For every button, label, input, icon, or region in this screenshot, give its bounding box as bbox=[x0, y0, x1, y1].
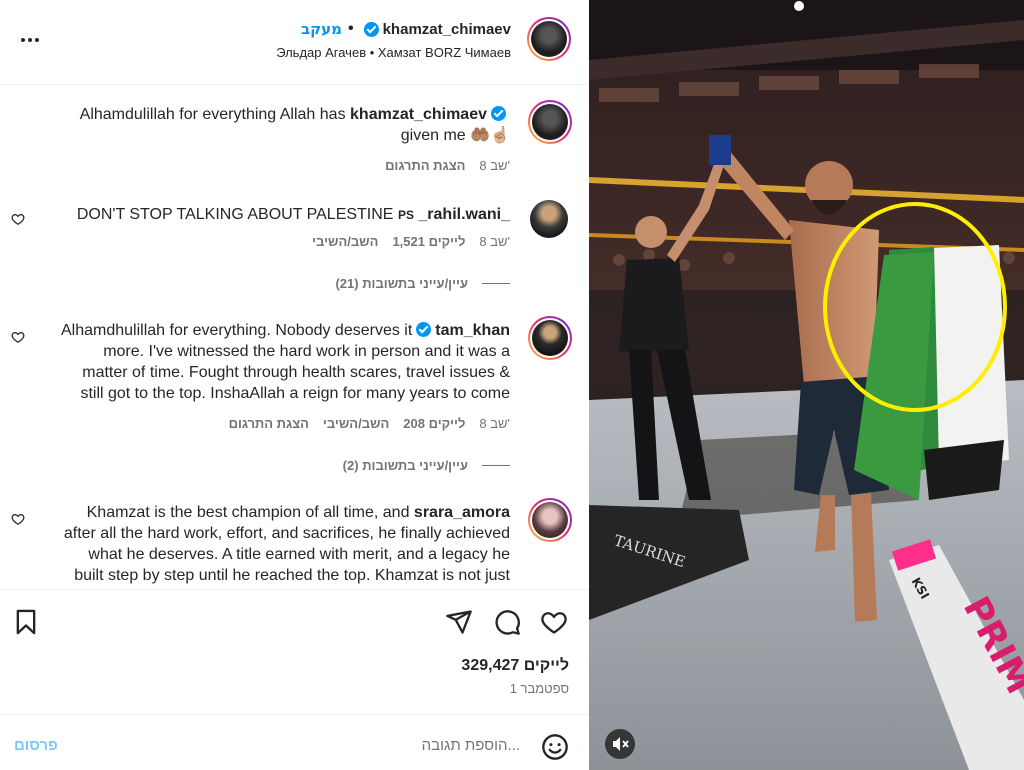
comment-line1: Khamzat is the best champion of all time… bbox=[86, 504, 410, 521]
comment-meta: הצגת התרגום השב/השיבי 208 לייקים 8 שב' bbox=[229, 416, 510, 431]
arena-scene-image: TAURINE KSI PRIM bbox=[589, 0, 1024, 770]
comment-time[interactable]: 8 שב' bbox=[479, 416, 510, 431]
share-icon[interactable] bbox=[445, 608, 473, 636]
view-replies-button[interactable]: עיין/עייני בתשובות (2) bbox=[343, 458, 510, 473]
post-header: מעקב • khamzat_chimaev Эльдар Агачев • Х… bbox=[0, 0, 589, 85]
caption-time[interactable]: 8 שב' bbox=[479, 158, 510, 173]
caption-item: Alhamdulillah for everything Allah has k… bbox=[0, 100, 589, 180]
comment-line2: after all the hard work, effort, and sac… bbox=[63, 525, 510, 542]
comment-line2: more. I've witnessed the hard work in pe… bbox=[103, 343, 510, 360]
header-avatar[interactable] bbox=[527, 17, 571, 61]
post-date[interactable]: 1 ספטמבר bbox=[510, 681, 569, 696]
caption-avatar[interactable] bbox=[528, 100, 572, 144]
comment-text: Alhamdhulillah for everything. Nobody de… bbox=[61, 320, 510, 404]
comment-avatar[interactable] bbox=[528, 498, 572, 542]
comment-time[interactable]: 8 שב' bbox=[479, 234, 510, 249]
caption-translate-button[interactable]: הצגת התרגום bbox=[385, 158, 465, 173]
more-options-button[interactable] bbox=[18, 28, 42, 52]
comment-item: DON'T STOP TALKING ABOUT PALESTINE PS _r… bbox=[0, 200, 589, 300]
comment-likes-count[interactable]: 208 לייקים bbox=[403, 416, 465, 431]
like-comment-heart-icon[interactable] bbox=[11, 212, 25, 226]
post-details-panel: מעקב • khamzat_chimaev Эльдар Агачев • Х… bbox=[0, 0, 589, 770]
comment-text: DON'T STOP TALKING ABOUT PALESTINE PS _r… bbox=[77, 204, 510, 226]
comment-author-badge: PS bbox=[397, 208, 414, 222]
comment-item: Khamzat is the best champion of all time… bbox=[0, 498, 589, 589]
verified-badge-icon bbox=[491, 106, 506, 121]
comment-text: Khamzat is the best champion of all time… bbox=[64, 502, 510, 586]
comment-meta: השב/השיבי 1,521 לייקים 8 שב' bbox=[312, 234, 510, 249]
comment-line3: matter of time. Fought through health sc… bbox=[82, 364, 510, 381]
add-comment-bar: פרסום bbox=[0, 714, 589, 770]
comment-line3: what he deserves. A title earned with me… bbox=[88, 546, 510, 563]
caption-text-line2: given me 🤲🏽☝🏼 bbox=[400, 127, 510, 144]
like-heart-icon[interactable] bbox=[540, 608, 568, 636]
comment-body: DON'T STOP TALKING ABOUT PALESTINE bbox=[76, 206, 394, 223]
caption-text: Alhamdulillah for everything Allah has k… bbox=[80, 104, 510, 146]
comment-author[interactable]: srara_amora bbox=[414, 504, 510, 521]
like-comment-heart-icon[interactable] bbox=[11, 512, 25, 526]
comment-line1: Alhamdhulillah for everything. Nobody de… bbox=[61, 322, 413, 339]
header-username[interactable]: khamzat_chimaev bbox=[383, 21, 511, 38]
comment-author[interactable]: _rahil.wani_ bbox=[418, 206, 510, 223]
post-actions: 329,427 לייקים 1 ספטמבר bbox=[0, 589, 589, 715]
replies-divider bbox=[482, 283, 510, 284]
comment-line4: built step by step until he reached the … bbox=[74, 567, 510, 584]
muted-speaker-icon bbox=[613, 737, 629, 751]
comment-icon[interactable] bbox=[493, 608, 521, 636]
header-title-row: מעקב • khamzat_chimaev bbox=[301, 18, 511, 40]
caption-meta: הצגת התרגום 8 שב' bbox=[385, 158, 510, 173]
like-comment-heart-icon[interactable] bbox=[11, 330, 25, 344]
view-replies-button[interactable]: עיין/עייני בתשובות (21) bbox=[335, 276, 510, 291]
post-media-video[interactable]: TAURINE KSI PRIM bbox=[589, 0, 1024, 770]
reply-button[interactable]: השב/השיבי bbox=[323, 416, 389, 431]
more-icon bbox=[21, 38, 39, 42]
comment-avatar[interactable] bbox=[528, 316, 572, 360]
comment-avatar[interactable] bbox=[530, 200, 568, 238]
replies-divider bbox=[482, 465, 510, 466]
comment-likes-count[interactable]: 1,521 לייקים bbox=[392, 234, 465, 249]
post-comment-button[interactable]: פרסום bbox=[14, 737, 58, 754]
caption-author[interactable]: khamzat_chimaev bbox=[350, 106, 487, 123]
caption-text-line1: Alhamdulillah for everything Allah has bbox=[79, 106, 346, 123]
view-replies-label: עיין/עייני בתשובות (2) bbox=[342, 458, 468, 473]
comments-list[interactable]: Alhamdulillah for everything Allah has k… bbox=[0, 86, 589, 589]
emoji-icon[interactable] bbox=[541, 733, 569, 761]
view-replies-label: עיין/עייני בתשובות (21) bbox=[335, 276, 468, 291]
translate-button[interactable]: הצגת התרגום bbox=[229, 416, 309, 431]
verified-badge-icon bbox=[416, 322, 432, 337]
header-subtitle[interactable]: Эльдар Агачев • Хамзат BORZ Чимаев bbox=[276, 45, 511, 60]
save-bookmark-icon[interactable] bbox=[12, 608, 40, 636]
header-separator: • bbox=[347, 20, 354, 37]
follow-button[interactable]: מעקב bbox=[301, 20, 342, 38]
reply-button[interactable]: השב/השיבי bbox=[312, 234, 378, 249]
comment-item: Alhamdhulillah for everything. Nobody de… bbox=[0, 316, 589, 476]
comment-author[interactable]: tam_khan bbox=[435, 322, 510, 339]
comment-input[interactable] bbox=[90, 729, 520, 761]
mute-button[interactable] bbox=[605, 729, 635, 759]
post-likes-count[interactable]: 329,427 לייקים bbox=[461, 657, 569, 675]
comment-line4: still got to the top. InshaAllah a reign… bbox=[80, 385, 510, 402]
verified-badge-icon bbox=[363, 21, 379, 37]
